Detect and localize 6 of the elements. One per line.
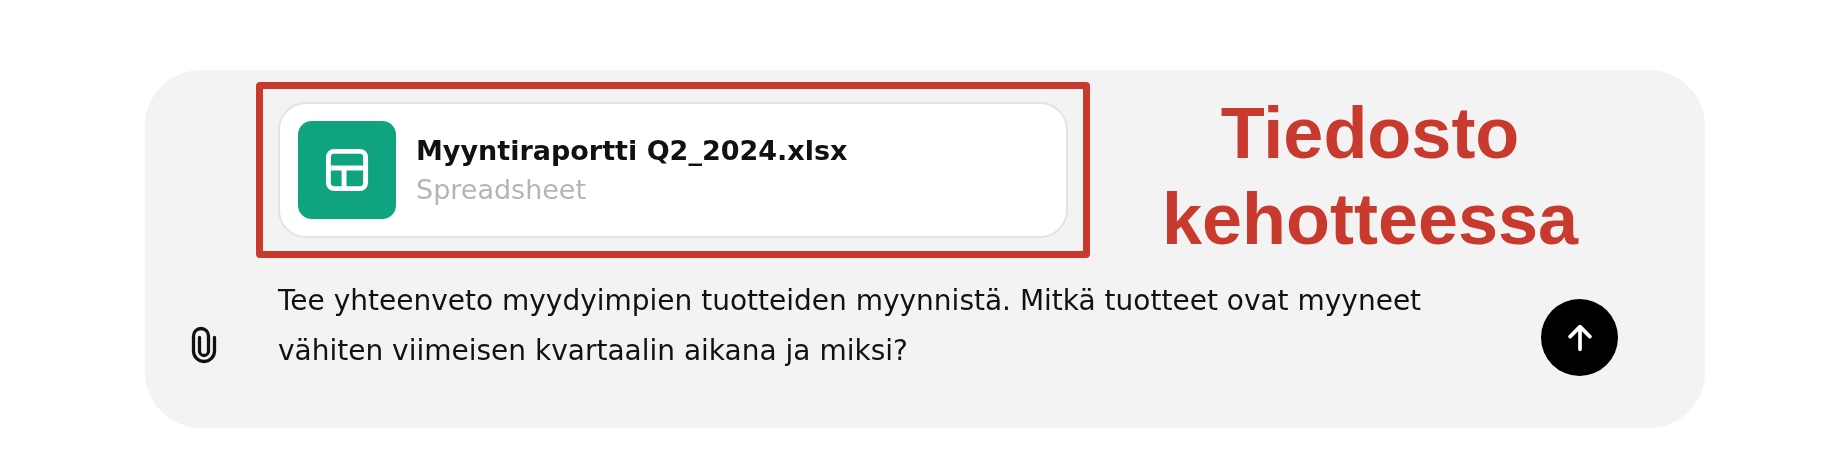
annotation-label: Tiedosto kehotteessa — [1160, 92, 1580, 261]
file-type: Spreadsheet — [416, 174, 588, 205]
attachment-card[interactable]: Myyntiraportti Q2_2024.xlsx Spreadsheet — [278, 102, 1068, 238]
file-name: Myyntiraportti Q2_2024.xlsx — [416, 135, 848, 166]
spreadsheet-icon — [298, 121, 396, 219]
prompt-input[interactable]: Tee yhteenveto myydyimpien tuotteiden myynnistä. Mitkä tuotteet ovat myyneet vähiten viimeisen kvartaalin aikana ja miksi? — [278, 276, 1458, 376]
